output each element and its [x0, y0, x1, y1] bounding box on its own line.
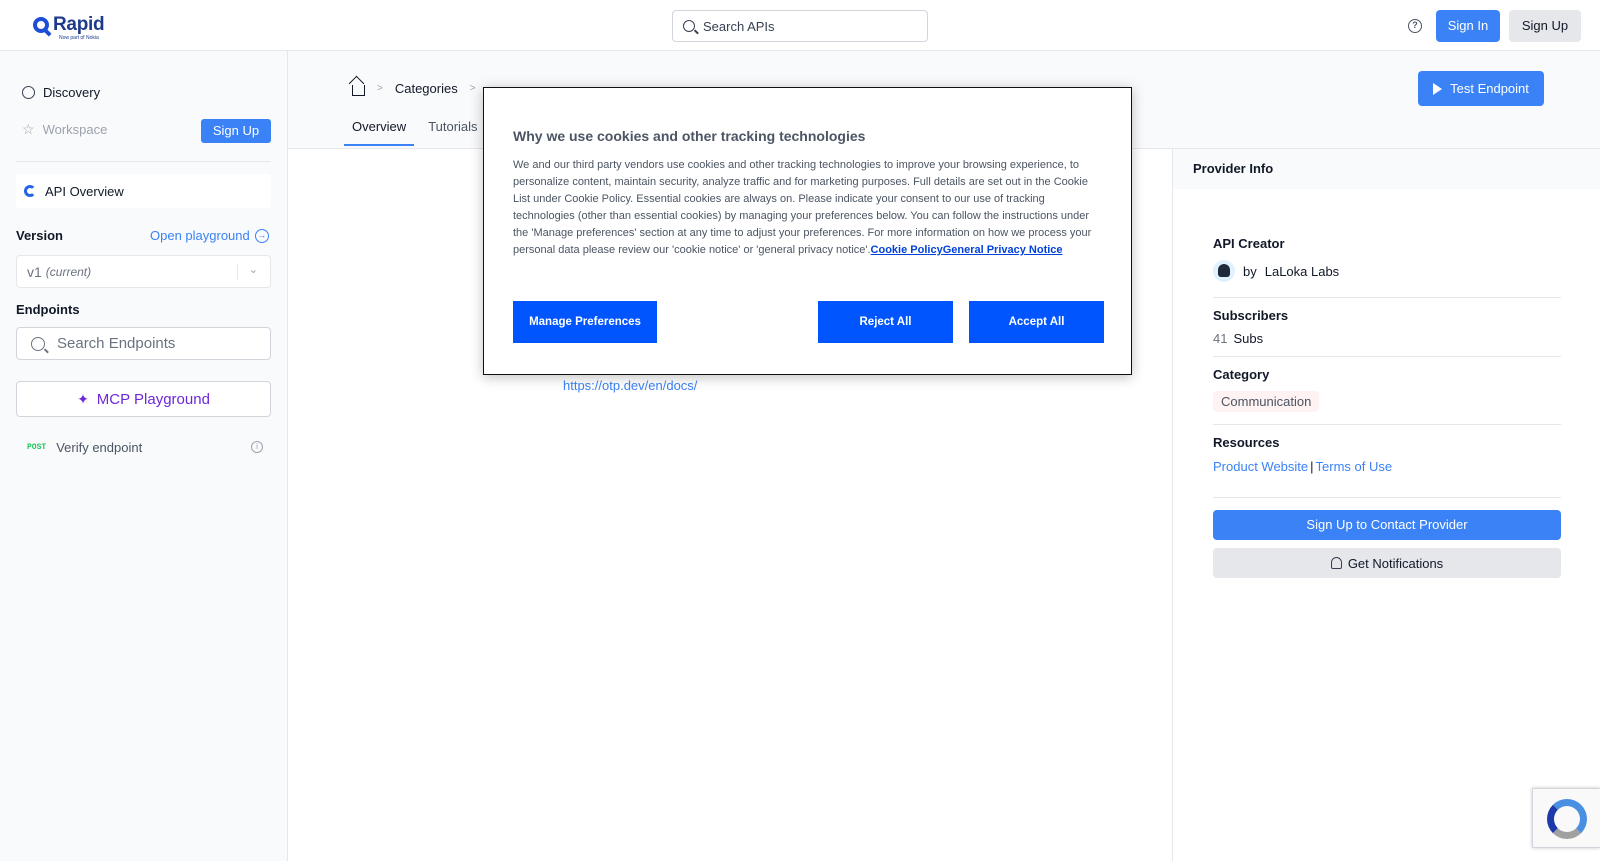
sidebar-divider	[16, 161, 271, 162]
api-icon	[24, 185, 36, 197]
discovery-icon	[22, 86, 35, 99]
divider	[1213, 424, 1561, 425]
rapid-logo-icon	[33, 17, 49, 33]
help-icon[interactable]: ?	[1408, 19, 1422, 33]
breadcrumb-categories[interactable]: Categories	[395, 81, 458, 96]
chevron-down-icon: ⌄	[248, 264, 258, 276]
version-select[interactable]: v1 (current) ⌄	[16, 255, 271, 288]
version-label: Version	[16, 228, 63, 243]
subscribers-row: 41 Subs	[1213, 331, 1263, 346]
logo-name: Rapid	[53, 14, 105, 35]
version-value: v1	[27, 263, 42, 280]
star-icon: ☆	[22, 121, 35, 137]
provider-info-header: Provider Info	[1173, 149, 1600, 189]
tabs: Overview Tutorials	[344, 113, 492, 146]
version-current: (current)	[45, 264, 92, 279]
get-notifications-button[interactable]: Get Notifications	[1213, 548, 1561, 578]
privacy-notice-link[interactable]: General Privacy Notice	[943, 244, 1063, 256]
tab-tutorials[interactable]: Tutorials	[420, 113, 485, 146]
divider	[1213, 497, 1561, 498]
mcp-playground-button[interactable]: ✦ MCP Playground	[16, 381, 271, 417]
category-badge[interactable]: Communication	[1213, 391, 1320, 412]
subscribers-label: Subscribers	[1213, 308, 1289, 323]
endpoints-label: Endpoints	[16, 302, 80, 317]
search-icon	[31, 336, 45, 351]
test-endpoint-button[interactable]: Test Endpoint	[1418, 71, 1544, 106]
test-endpoint-label: Test Endpoint	[1450, 81, 1529, 96]
docs-link[interactable]: https://otp.dev/en/docs/	[563, 378, 697, 393]
creator-prefix: by	[1243, 263, 1257, 279]
divider	[1213, 297, 1561, 298]
sidebar-item-workspace[interactable]: ☆ Workspace	[22, 121, 107, 138]
api-overview-item[interactable]: API Overview	[16, 174, 271, 208]
method-badge: POST	[27, 442, 47, 452]
get-notifications-label: Get Notifications	[1347, 555, 1444, 571]
resources-label: Resources	[1213, 435, 1280, 450]
tab-overview[interactable]: Overview	[344, 113, 415, 146]
subscribers-unit: Subs	[1233, 331, 1264, 346]
cookie-title: Why we use cookies and other tracking te…	[513, 128, 866, 144]
divider	[1213, 356, 1561, 357]
avatar	[1213, 260, 1235, 282]
creator-row[interactable]: by LaLoka Labs	[1213, 260, 1339, 282]
terms-of-use-link[interactable]: Terms of Use	[1316, 459, 1393, 474]
select-separator	[237, 264, 238, 280]
cookie-body: We and our third party vendors use cooki…	[513, 157, 1105, 259]
endpoint-name: Verify endpoint	[56, 439, 143, 455]
api-creator-label: API Creator	[1213, 236, 1285, 251]
search-icon	[683, 20, 695, 32]
contact-provider-button[interactable]: Sign Up to Contact Provider	[1213, 510, 1561, 540]
cookie-policy-link[interactable]: Cookie Policy	[871, 244, 943, 256]
arrow-right-circle-icon: →	[254, 228, 269, 243]
accept-all-button[interactable]: Accept All	[969, 301, 1104, 343]
separator: |	[1310, 459, 1314, 474]
rapid-logo[interactable]: Rapid Now part of Nokia	[33, 14, 105, 41]
top-navbar: Rapid Now part of Nokia Search APIs ? Si…	[0, 0, 1600, 51]
open-playground-link[interactable]: Open playground →	[150, 228, 269, 243]
reject-all-button[interactable]: Reject All	[818, 301, 953, 343]
breadcrumb: > Categories >	[352, 81, 476, 96]
category-label: Category	[1213, 367, 1270, 382]
search-apis-input[interactable]: Search APIs	[672, 10, 928, 42]
sign-up-button[interactable]: Sign Up	[1509, 10, 1581, 42]
sidebar-item-discovery[interactable]: Discovery	[22, 85, 100, 100]
endpoint-item-verify[interactable]: POST Verify endpoint i	[16, 432, 271, 462]
api-overview-label: API Overview	[45, 183, 124, 199]
play-icon	[1433, 82, 1443, 95]
manage-preferences-button[interactable]: Manage Preferences	[513, 301, 657, 343]
resources-row: Product Website | Terms of Use	[1213, 459, 1392, 474]
product-website-link[interactable]: Product Website	[1213, 459, 1308, 474]
search-apis-placeholder: Search APIs	[703, 18, 775, 34]
cookie-body-text: We and our third party vendors use cooki…	[513, 159, 1092, 256]
creator-name[interactable]: LaLoka Labs	[1265, 264, 1339, 279]
recaptcha-badge[interactable]	[1532, 788, 1600, 848]
bell-icon	[1330, 557, 1342, 569]
chevron-right-icon: >	[469, 83, 476, 94]
home-icon[interactable]	[352, 85, 365, 96]
chevron-right-icon: >	[377, 83, 383, 94]
search-endpoints-input[interactable]: Search Endpoints	[16, 327, 271, 360]
search-endpoints-placeholder: Search Endpoints	[57, 335, 176, 352]
logo-sub: Now part of Nokia	[59, 35, 99, 41]
workspace-label: Workspace	[42, 122, 108, 137]
discovery-label: Discovery	[43, 85, 101, 100]
cookie-consent-dialog: Why we use cookies and other tracking te…	[483, 87, 1132, 375]
sidebar-sign-up-button[interactable]: Sign Up	[201, 119, 271, 143]
recaptcha-icon	[1547, 799, 1587, 839]
open-playground-label: Open playground	[150, 228, 250, 243]
info-icon[interactable]: i	[251, 441, 263, 453]
sidebar: Discovery ☆ Workspace Sign Up API Overvi…	[0, 51, 288, 861]
mcp-playground-label: MCP Playground	[96, 390, 210, 408]
sparkle-icon: ✦	[77, 390, 89, 407]
subscribers-count: 41	[1213, 331, 1228, 346]
provider-info-panel: Provider Info API Creator by LaLoka Labs…	[1172, 149, 1600, 861]
sign-in-button[interactable]: Sign In	[1436, 10, 1500, 42]
